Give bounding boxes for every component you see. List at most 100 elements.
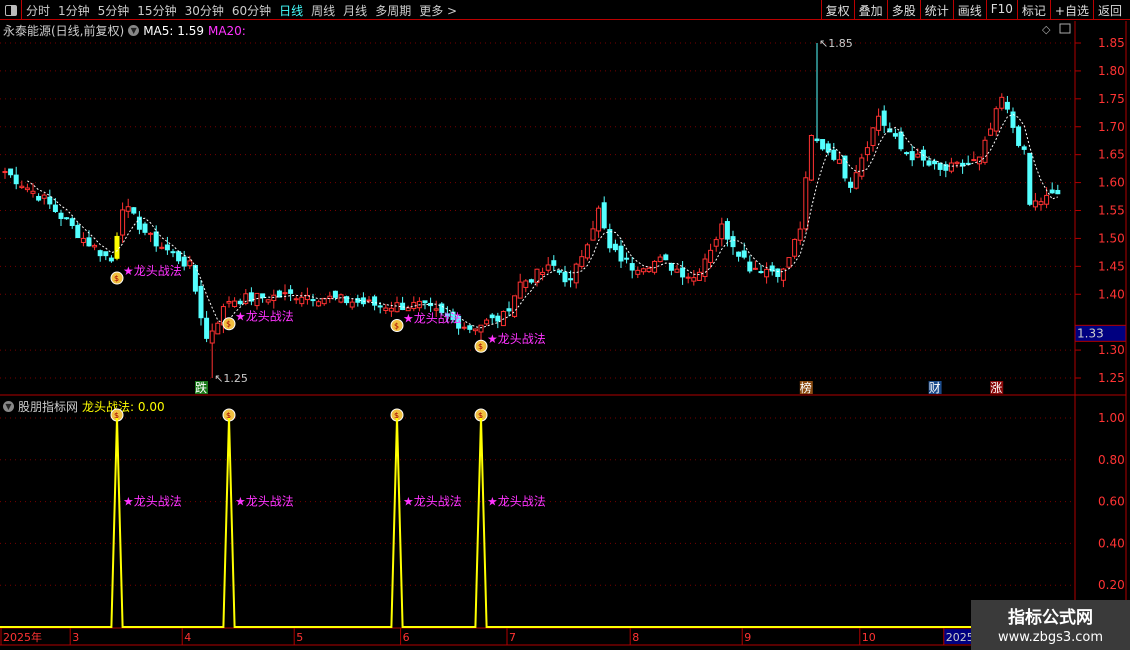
candle-body — [982, 139, 988, 163]
candle-body — [215, 322, 221, 335]
candle-body — [8, 168, 14, 176]
low-label: ↖1.25 — [214, 372, 248, 385]
candle-body — [461, 326, 467, 329]
candle-body — [556, 270, 562, 273]
candle-body — [752, 267, 758, 270]
candle-body — [153, 231, 159, 247]
candle-body — [170, 251, 176, 254]
candle-body — [937, 162, 943, 170]
indicator-line — [0, 417, 1075, 628]
candle-body — [394, 302, 400, 313]
date-label: 9 — [744, 631, 751, 644]
y-tick-label: 1.80 — [1098, 64, 1125, 78]
candle-body — [702, 258, 708, 278]
indicator-tick-label: 0.80 — [1098, 453, 1125, 467]
candle-body — [1038, 201, 1044, 206]
candle-body — [366, 299, 372, 302]
candle-body — [719, 223, 725, 240]
candle-body — [848, 181, 854, 188]
candle-body — [226, 300, 232, 304]
indicator-tick-label: 0.60 — [1098, 495, 1125, 509]
diamond-icon: ◇ — [1042, 23, 1051, 36]
candle-body — [741, 250, 747, 258]
candle-body — [696, 271, 702, 281]
candle-body — [764, 268, 770, 278]
candle-body — [321, 297, 327, 305]
candle-body — [310, 299, 316, 302]
candle-body — [584, 244, 590, 259]
candle-body — [181, 256, 187, 267]
candle-body — [388, 307, 394, 312]
candle-body — [976, 156, 982, 165]
candle-body — [551, 260, 557, 266]
candle-body — [232, 300, 238, 307]
candle-body — [400, 302, 406, 311]
watermark-url: www.zbgs3.com — [997, 630, 1104, 645]
candle-body — [808, 134, 814, 181]
candle-body — [932, 160, 938, 165]
candle-body — [590, 228, 596, 241]
y-tick-label: 1.75 — [1098, 92, 1125, 106]
candle-body — [1004, 101, 1010, 110]
date-label: 5 — [296, 631, 303, 644]
date-label: 7 — [509, 631, 516, 644]
date-label: 6 — [403, 631, 410, 644]
candle-body — [971, 159, 977, 162]
date-label: 2025年 — [3, 630, 42, 644]
event-badge-label: 涨 — [990, 380, 1002, 395]
candle-body — [876, 115, 882, 131]
date-label: 2025 — [946, 631, 974, 644]
candle-body — [814, 138, 820, 142]
y-tick-label: 1.85 — [1098, 36, 1125, 50]
candle-body — [545, 264, 551, 271]
candle-body — [1044, 194, 1050, 205]
candle-body — [1010, 111, 1016, 128]
y-tick-label: 1.25 — [1098, 371, 1125, 385]
candle-body — [478, 324, 484, 333]
candle-body — [24, 187, 30, 191]
candle-body — [467, 325, 473, 330]
candle-body — [629, 263, 635, 271]
candle-body — [915, 153, 921, 158]
candle-body — [506, 308, 512, 312]
candle-body — [1049, 189, 1055, 194]
candle-body — [657, 256, 663, 263]
candle-body — [831, 149, 837, 160]
y-tick-label: 1.45 — [1098, 259, 1125, 273]
candle-body — [674, 268, 680, 273]
candle-body — [176, 251, 182, 262]
candle-body — [517, 281, 523, 299]
candle-body — [736, 251, 742, 257]
candle-body — [528, 279, 534, 283]
candle-body — [484, 319, 490, 325]
candle-body — [383, 307, 389, 311]
candle-body — [288, 289, 294, 294]
event-badge-label: 榜 — [800, 380, 812, 395]
candle-body — [108, 257, 114, 262]
indicator-signal-label: ★龙头战法 — [123, 495, 182, 509]
candle-body — [999, 96, 1005, 109]
indicator-tick-label: 0.20 — [1098, 578, 1125, 592]
candle-body — [668, 262, 674, 271]
candle-body — [640, 268, 646, 273]
candle-body — [209, 330, 215, 344]
candle-body — [41, 194, 47, 199]
candle-body — [948, 162, 954, 172]
candle-body — [904, 152, 910, 155]
signal-label: ★龙头战法 — [235, 310, 294, 324]
candle-body — [47, 196, 53, 205]
candle-body — [495, 315, 501, 322]
y-tick-label: 1.65 — [1098, 148, 1125, 162]
candle-body — [472, 328, 478, 332]
indicator-signal-label: ★龙头战法 — [487, 495, 546, 509]
candle-body — [892, 133, 898, 137]
candle-body — [187, 260, 193, 267]
indicator-signal-label: ★龙头战法 — [403, 495, 462, 509]
candle-body — [86, 237, 92, 247]
candle-body — [747, 261, 753, 272]
candle-body — [926, 160, 932, 166]
indicator-signal-label: ★龙头战法 — [235, 495, 294, 509]
stock-chart[interactable]: 1.85 1.80 1.75 1.70 1.65 1.60 1.55 1.50 1.45 1.40… — [0, 0, 1130, 650]
candle-body — [881, 110, 887, 126]
watermark: 指标公式网 www.zbgs3.com — [971, 600, 1130, 650]
